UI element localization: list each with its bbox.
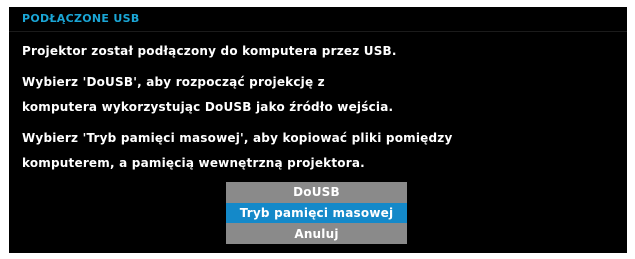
message-line-4: Wybierz 'Tryb pamięci masowej', aby kopi… — [22, 131, 453, 145]
option-mass-storage-mode[interactable]: Tryb pamięci masowej — [226, 203, 407, 223]
title-divider — [9, 31, 627, 32]
message-line-3: komputera wykorzystując DoUSB jako źródł… — [22, 100, 394, 114]
message-line-1: Projektor został podłączony do komputera… — [22, 44, 397, 58]
option-menu: DoUSB Tryb pamięci masowej Anuluj — [226, 182, 407, 244]
option-dousb[interactable]: DoUSB — [226, 182, 407, 202]
option-cancel[interactable]: Anuluj — [226, 224, 407, 244]
message-line-5: komputerem, a pamięcią wewnętrzną projek… — [22, 156, 365, 170]
dialog-title: PODŁĄCZONE USB — [22, 12, 140, 25]
message-line-2: Wybierz 'DoUSB', aby rozpocząć projekcję… — [22, 75, 325, 89]
